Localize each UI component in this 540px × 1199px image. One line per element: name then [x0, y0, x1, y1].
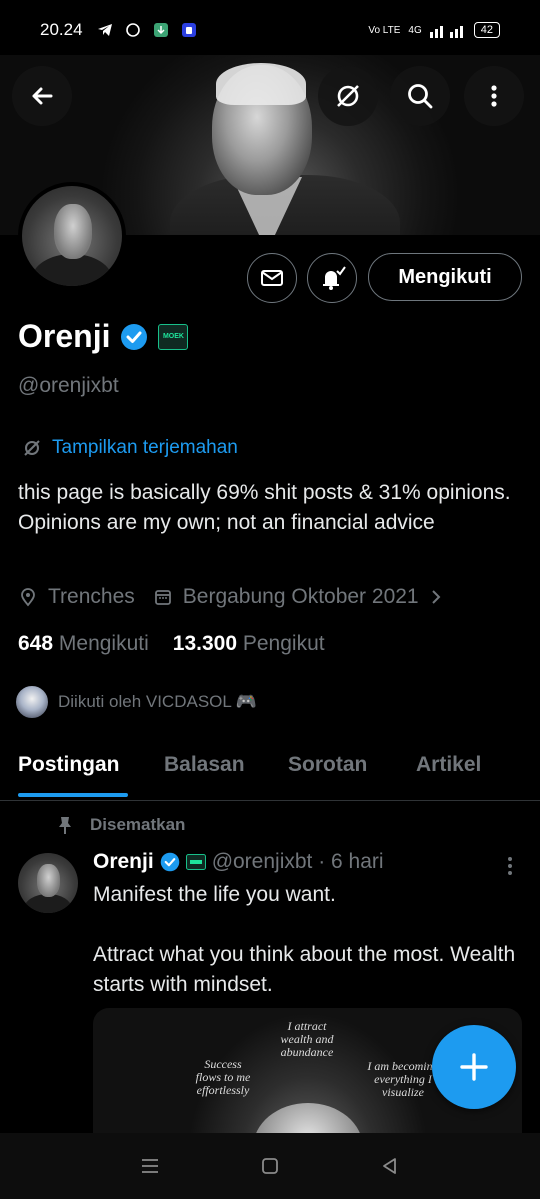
volte-label: Vo LTE	[368, 24, 401, 36]
calendar-icon	[154, 590, 171, 605]
post-handle-time: @orenjixbt · 6 hari	[211, 850, 384, 873]
no-translate-icon	[337, 85, 359, 107]
post-text-line2: Attract what you think about the most. W…	[93, 943, 516, 996]
followers-link[interactable]: 13.300 Pengikut	[173, 632, 325, 656]
recent-apps-button[interactable]	[135, 1151, 165, 1181]
envelope-icon	[261, 270, 283, 286]
followed-by-text: Diikuti oleh VICDASOL 🎮	[58, 692, 258, 711]
search-button[interactable]	[390, 66, 450, 126]
profile-joined: Bergabung Oktober 2021	[182, 585, 419, 608]
bell-check-icon	[323, 266, 346, 290]
banner-figure-hair	[216, 63, 306, 105]
status-time: 20.24	[40, 20, 83, 39]
following-button[interactable]: Mengikuti	[368, 253, 522, 301]
following-label: Mengikuti	[58, 632, 149, 655]
post-text: Manifest the life you want. Attract what…	[93, 880, 523, 1000]
follow-stats: 648 Mengikuti 13.300 Pengikut	[18, 632, 325, 656]
post-header: Orenji @orenjixbt · 6 hari	[93, 850, 384, 874]
more-options-button[interactable]	[464, 66, 524, 126]
arrow-left-icon	[32, 87, 53, 105]
tab-replies[interactable]: Balasan	[164, 753, 245, 777]
affiliate-badge-icon	[185, 854, 206, 870]
post-text-line1: Manifest the life you want.	[93, 883, 336, 906]
profile-tabs: Postingan Balasan Sorotan Artikel	[0, 745, 540, 801]
square-home-icon	[262, 1158, 278, 1174]
network-label: 4G	[408, 24, 422, 36]
tab-articles[interactable]: Artikel	[416, 753, 481, 777]
profile-bio: this page is basically 69% shit posts & …	[18, 481, 511, 534]
show-translation-label: Tampilkan terjemahan	[52, 437, 238, 458]
image-text-center: I attract wealth and abundance	[280, 1019, 334, 1059]
verified-badge-icon[interactable]	[120, 323, 148, 351]
back-nav-button[interactable]	[375, 1151, 405, 1181]
download-icon	[153, 23, 168, 37]
profile-meta: Trenches Bergabung Oktober 2021	[18, 585, 461, 609]
vertical-dots-icon	[491, 85, 497, 107]
tab-highlights[interactable]: Sorotan	[288, 753, 367, 777]
no-translate-icon	[24, 440, 40, 456]
post-more-icon[interactable]	[500, 856, 520, 876]
app-notification-icon	[181, 23, 196, 37]
post-author-name[interactable]: Orenji	[93, 850, 154, 874]
follower-avatar	[14, 684, 50, 720]
pin-icon	[59, 817, 71, 834]
profile-avatar[interactable]	[18, 182, 126, 290]
image-text-left: Success flows to me effortlessly	[195, 1057, 251, 1097]
profile-location: Trenches	[48, 585, 135, 608]
post-author-avatar[interactable]	[18, 853, 78, 913]
menu-lines-icon	[142, 1159, 158, 1173]
active-tab-indicator	[18, 793, 128, 797]
status-right: Vo LTE 4G 42	[368, 22, 500, 38]
location-pin-icon	[21, 588, 35, 607]
pinned-label-row: Disematkan	[56, 815, 185, 835]
battery-indicator: 42	[473, 22, 500, 38]
message-button[interactable]	[247, 253, 297, 303]
chevron-right-icon	[431, 590, 441, 604]
joined-date-link[interactable]: Bergabung Oktober 2021	[153, 585, 443, 609]
following-link[interactable]: 648 Mengikuti	[18, 632, 149, 656]
verified-badge-icon	[160, 852, 179, 872]
followers-label: Pengikut	[242, 632, 325, 655]
telegram-icon	[97, 24, 112, 36]
pinned-label: Disematkan	[90, 815, 186, 834]
chat-bubble-icon	[125, 23, 140, 37]
triangle-back-icon	[383, 1158, 396, 1174]
followed-by-row[interactable]: Diikuti oleh VICDASOL 🎮	[14, 684, 257, 720]
back-button[interactable]	[12, 66, 72, 126]
notification-icons	[97, 22, 197, 38]
profile-name-row: Orenji MOEK	[18, 318, 189, 355]
following-count: 648	[18, 632, 54, 655]
affiliate-badge[interactable]: MOEK	[158, 323, 189, 350]
profile-handle: @orenjixbt	[18, 374, 119, 397]
image-text-right: I am becoming everything I visualize	[367, 1059, 439, 1099]
status-bar: 20.24 Vo LTE 4G 42	[0, 0, 540, 60]
system-nav-bar	[0, 1133, 540, 1199]
show-translation-link[interactable]: Tampilkan terjemahan	[22, 437, 238, 459]
home-button[interactable]	[255, 1151, 285, 1181]
notifications-button[interactable]	[307, 253, 357, 303]
followers-count: 13.300	[172, 632, 238, 655]
plus-icon	[460, 1053, 488, 1081]
search-icon	[408, 84, 433, 109]
compose-button[interactable]	[432, 1025, 516, 1109]
translate-off-button[interactable]	[318, 66, 378, 126]
signal-icon	[429, 26, 463, 38]
profile-name: Orenji	[18, 318, 111, 354]
tab-posts[interactable]: Postingan	[18, 753, 120, 777]
